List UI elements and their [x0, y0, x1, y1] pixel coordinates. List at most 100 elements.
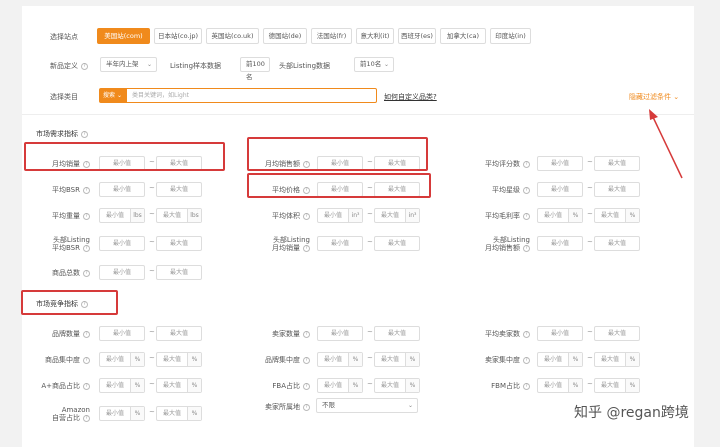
- max-input[interactable]: 最大值%: [594, 208, 640, 223]
- min-input[interactable]: 最小值%: [317, 378, 363, 393]
- field-label: 平均体积?: [240, 212, 310, 220]
- site-tab[interactable]: 印度站(in): [490, 28, 531, 44]
- min-input[interactable]: 最小值: [537, 236, 583, 251]
- field-label: 品牌数量?: [20, 330, 90, 338]
- max-input[interactable]: 最大值%: [374, 378, 420, 393]
- max-input[interactable]: 最大值: [156, 265, 202, 280]
- category-search-input[interactable]: 类目关键词，如Light: [127, 88, 377, 103]
- max-input[interactable]: 最大值: [156, 182, 202, 197]
- max-input[interactable]: 最大值%: [594, 378, 640, 393]
- help-icon: ?: [81, 62, 88, 70]
- min-input[interactable]: 最小值%: [99, 406, 145, 421]
- help-icon: ?: [83, 330, 90, 338]
- help-icon: ?: [523, 186, 530, 194]
- range-separator: ~: [149, 354, 155, 362]
- max-input[interactable]: 最大值%: [374, 352, 420, 367]
- site-tab[interactable]: 德国站(de): [263, 28, 307, 44]
- min-input[interactable]: 最小值%: [537, 352, 583, 367]
- help-icon: ?: [303, 244, 310, 252]
- min-input[interactable]: 最小值%: [317, 352, 363, 367]
- site-tab[interactable]: 美国站(com): [97, 28, 150, 44]
- min-input[interactable]: 最小值: [537, 182, 583, 197]
- max-input[interactable]: 最大值: [374, 326, 420, 341]
- min-input[interactable]: 最小值%: [99, 352, 145, 367]
- unit-label: %: [130, 379, 144, 392]
- max-input[interactable]: 最大值: [594, 156, 640, 171]
- min-input[interactable]: 最小值 in³: [317, 208, 363, 223]
- max-input[interactable]: 最大值%: [594, 352, 640, 367]
- field-label: 平均星级?: [460, 186, 530, 194]
- demand-section-title: 市场需求指标?: [36, 129, 88, 139]
- unit-label: %: [348, 379, 362, 392]
- unit-label: %: [130, 353, 144, 366]
- max-input[interactable]: 最大值 lbs: [156, 208, 202, 223]
- min-input[interactable]: 最小值: [317, 326, 363, 341]
- max-input[interactable]: 最大值: [374, 236, 420, 251]
- min-input[interactable]: 最小值: [537, 326, 583, 341]
- min-input[interactable]: 最小值 lbs: [99, 208, 145, 223]
- unit-label: %: [568, 379, 582, 392]
- help-icon: ?: [303, 382, 310, 390]
- site-tab[interactable]: 意大利(it): [356, 28, 394, 44]
- min-input[interactable]: 最小值: [537, 156, 583, 171]
- site-tab[interactable]: 英国站(co.uk): [206, 28, 259, 44]
- unit-label: lbs: [130, 209, 144, 222]
- max-input[interactable]: 最大值 in³: [374, 208, 420, 223]
- category-label: 选择类目: [50, 93, 78, 101]
- max-input[interactable]: 最大值%: [156, 378, 202, 393]
- hide-filters-link[interactable]: 隐藏过滤条件 ⌄: [629, 92, 679, 102]
- period-select[interactable]: 半年内上架 ⌄: [100, 57, 157, 72]
- unit-label: in³: [348, 209, 362, 222]
- help-icon: ?: [303, 330, 310, 338]
- max-input[interactable]: 最大值: [156, 236, 202, 251]
- field-label: Amazon 自营占比?: [52, 406, 90, 422]
- max-input[interactable]: 最大值: [594, 182, 640, 197]
- max-input[interactable]: 最大值%: [156, 352, 202, 367]
- help-icon: ?: [83, 186, 90, 194]
- chevron-up-icon: ⌄: [673, 93, 680, 101]
- range-separator: ~: [587, 158, 593, 166]
- min-input[interactable]: 最小值: [99, 236, 145, 251]
- unit-label: %: [405, 379, 419, 392]
- unit-label: in³: [405, 209, 419, 222]
- field-label: 卖家集中度?: [460, 356, 530, 364]
- min-input[interactable]: 最小值: [317, 236, 363, 251]
- range-separator: ~: [367, 238, 373, 246]
- range-separator: ~: [587, 328, 593, 336]
- max-input[interactable]: 最大值: [156, 326, 202, 341]
- site-tab[interactable]: 日本站(co.jp): [154, 28, 202, 44]
- help-icon: ?: [83, 212, 90, 220]
- site-label: 选择站点: [50, 33, 78, 41]
- min-input[interactable]: 最小值%: [537, 378, 583, 393]
- help-icon: ?: [83, 269, 90, 277]
- annotation-box: [21, 290, 118, 315]
- max-input[interactable]: 最大值%: [156, 406, 202, 421]
- watermark: 知乎 @regan跨境: [574, 405, 689, 421]
- max-input[interactable]: 最大值: [594, 236, 640, 251]
- site-tab[interactable]: 西班牙(es): [398, 28, 436, 44]
- max-input[interactable]: 最大值: [594, 326, 640, 341]
- field-label: 平均评分数?: [460, 160, 530, 168]
- search-type-button[interactable]: 搜索 ⌄: [99, 88, 127, 103]
- unit-label: %: [625, 379, 639, 392]
- min-input[interactable]: 最小值: [99, 326, 145, 341]
- top-label: 头部Listing数据: [279, 62, 331, 70]
- help-icon: ?: [83, 382, 90, 390]
- range-separator: ~: [587, 210, 593, 218]
- top-select[interactable]: 前10名 ⌄: [354, 57, 394, 72]
- divider: [22, 114, 694, 115]
- unit-label: lbs: [187, 209, 201, 222]
- range-separator: ~: [587, 184, 593, 192]
- min-input[interactable]: 最小值: [99, 182, 145, 197]
- range-separator: ~: [367, 380, 373, 388]
- min-input[interactable]: 最小值: [99, 265, 145, 280]
- help-icon: ?: [523, 212, 530, 220]
- sample-select[interactable]: 前100名: [240, 57, 270, 81]
- min-input[interactable]: 最小值%: [537, 208, 583, 223]
- min-input[interactable]: 最小值%: [99, 378, 145, 393]
- custom-category-link[interactable]: 如何自定义品类?: [384, 92, 437, 102]
- site-tab[interactable]: 法国站(fr): [311, 28, 352, 44]
- chevron-down-icon: ⌄: [146, 61, 152, 68]
- site-tab[interactable]: 加拿大(ca): [440, 28, 486, 44]
- seller-origin-select[interactable]: 不限 ⌄: [316, 398, 418, 413]
